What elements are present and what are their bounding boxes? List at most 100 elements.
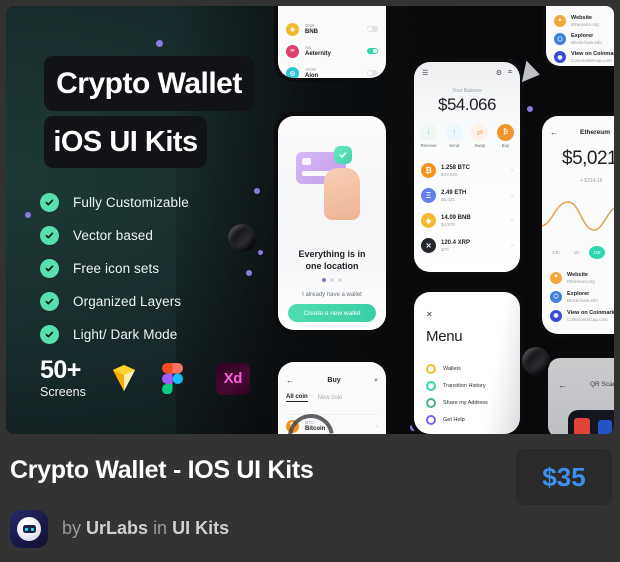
link-title: View on CoinmarketCap [567,309,614,316]
action-buy[interactable]: ₿ Buy [496,124,514,148]
price-chart [542,201,614,231]
balance-label: Your Balance [452,88,482,94]
link-row-explorer[interactable]: ⬡ Explorer Blockchain.info [554,30,614,48]
link-row-website[interactable]: ⌖ Website Ethereum.org [550,268,614,287]
range-tab-1m[interactable]: 1M [610,246,615,259]
link-row-explorer[interactable]: ⬡ Explorer Blockchain.info [550,287,614,306]
product-footer: Crypto Wallet - IOS UI Kits $35 by UrLab… [0,440,620,562]
author-avatar[interactable] [10,510,48,548]
action-receive[interactable]: ↓ Receive [420,124,437,148]
tab-new-coin[interactable]: New coin [318,395,343,401]
feature-item: Vector based [40,219,189,251]
action-label: Swap [474,143,486,148]
page-dot[interactable] [330,278,334,282]
back-icon[interactable]: ← [286,376,294,385]
robot-icon [17,517,41,541]
quick-actions: ↓ Receive ↑ Send ⇄ Swap ₿ Buy [420,124,514,148]
asset-fiat: $5,021 [441,196,456,202]
screens-and-tools: 50+ Screens Xd [40,358,250,399]
screens-count: 50+ [40,356,81,384]
onboarding-pagination[interactable] [278,278,386,282]
asset-fiat: $4,970 [441,221,456,227]
menu-item-wallets[interactable]: Wallets [426,360,488,377]
qr-scan-title: QR Scan [590,381,614,388]
feature-item: Light/ Dark Mode [40,318,189,350]
wallets-icon [426,363,436,374]
toggle-row[interactable]: ◈ BNB BNB [286,18,378,40]
asset-row[interactable]: ◈ 14.09 BNB $4,970 › [421,208,513,233]
asset-row[interactable]: Ξ 2.49 ETH $5,021 › [421,183,513,208]
menu-item-share-address[interactable]: Share my Address [426,394,488,411]
check-icon [40,324,59,344]
byline-in: in [153,518,168,538]
page-dot[interactable] [338,278,342,282]
tab-all-coin[interactable]: All coin [286,394,308,402]
decor-dot [246,270,252,276]
qr-scan-icon[interactable]: ⌗ [508,69,512,77]
aeternity-coin-icon: ∞ [286,44,299,58]
menu-item-label: Share my Address [443,399,488,406]
search-icon[interactable]: ⌕ [374,377,378,385]
menu-icon[interactable]: ☰ [422,69,428,77]
price-badge[interactable]: $35 [516,449,612,505]
link-title: Explorer [567,290,590,297]
decor-knob-prop [522,347,550,375]
coinmarketcap-icon: ◉ [550,309,562,322]
back-icon[interactable]: ← [558,380,567,390]
action-send[interactable]: ↑ Send [445,124,463,148]
toggle-row[interactable]: ∞ AE Aeternity [286,40,378,62]
mockup-qr-scan-screen: ← QR Scan [548,358,614,434]
hero-title-line2: iOS UI Kits [44,116,207,168]
decor-dot [258,250,263,255]
onboarding-headline-line1: Everything is in [298,249,366,259]
toggle-row[interactable]: ◎ AION Aion [286,62,378,78]
decor-dot [156,40,163,47]
feature-label: Light/ Dark Mode [73,326,178,342]
range-tabs: 24h 1D 1W 1M 1Y [548,246,614,259]
menu-title: Menu [426,328,463,345]
close-icon[interactable]: ✕ [426,310,433,319]
chevron-right-icon: › [511,167,513,174]
menu-item-get-help[interactable]: Get Help [426,411,488,428]
asset-fiat: $43,520 [441,171,458,177]
explorer-icon: ⬡ [550,290,562,303]
range-tab-1w[interactable]: 1W [589,246,605,259]
range-tab-1d[interactable]: 1D [569,246,585,259]
explorer-icon: ⬡ [554,33,566,45]
link-row-coinmarketcap[interactable]: ◉ View on CoinmarketCap Coinmarketcap.co… [550,306,614,325]
link-title: Explorer [571,33,594,39]
link-sub: Blockchain.info [567,297,598,303]
toggle-switch[interactable] [367,26,378,32]
action-label: Buy [501,143,510,148]
author-link[interactable]: UrLabs [86,518,148,538]
feature-item: Fully Customizable [40,186,189,218]
menu-item-transition-history[interactable]: Transition History [426,377,488,394]
toggle-switch[interactable] [367,48,378,54]
page-dot-active[interactable] [322,278,326,282]
ethereum-change: + $314.15 [580,178,603,184]
link-sub: Ethereum.org [571,22,599,27]
settings-icon[interactable]: ⚙ [496,69,502,77]
menu-item-label: Transition History [443,382,486,389]
link-row-website[interactable]: ⌖ Website Ethereum.org [554,12,614,30]
toggle-switch[interactable] [367,70,378,76]
onboarding-primary-button[interactable]: Create a new wallet [288,304,376,322]
adobe-xd-logo-icon: Xd [215,362,250,395]
asset-amount: 14.09 BNB [441,214,471,221]
share-icon [426,397,436,408]
back-icon[interactable]: ← [550,128,558,137]
buy-title: Buy [327,377,341,384]
category-link[interactable]: UI Kits [172,518,229,538]
link-row-coinmarketcap[interactable]: ◉ View on CoinmarketCap Coinmarketcap.co… [554,48,614,66]
asset-row[interactable]: ✕ 120.4 XRP $70 › [421,233,513,258]
balance-amount: $54.066 [438,95,496,114]
link-sub: Blockchain.info [571,40,602,45]
range-tab-24h[interactable]: 24h [548,246,564,259]
onboarding-secondary-action[interactable]: I already have a wallet [278,292,386,298]
action-swap[interactable]: ⇄ Swap [471,124,489,148]
feature-label: Fully Customizable [73,194,189,210]
asset-row[interactable]: ₿ 1.258 BTC $43,520 › [421,158,513,183]
link-sub: Ethereum.org [567,278,595,284]
xrp-coin-icon: ✕ [421,238,436,253]
send-icon: ↑ [445,124,463,141]
